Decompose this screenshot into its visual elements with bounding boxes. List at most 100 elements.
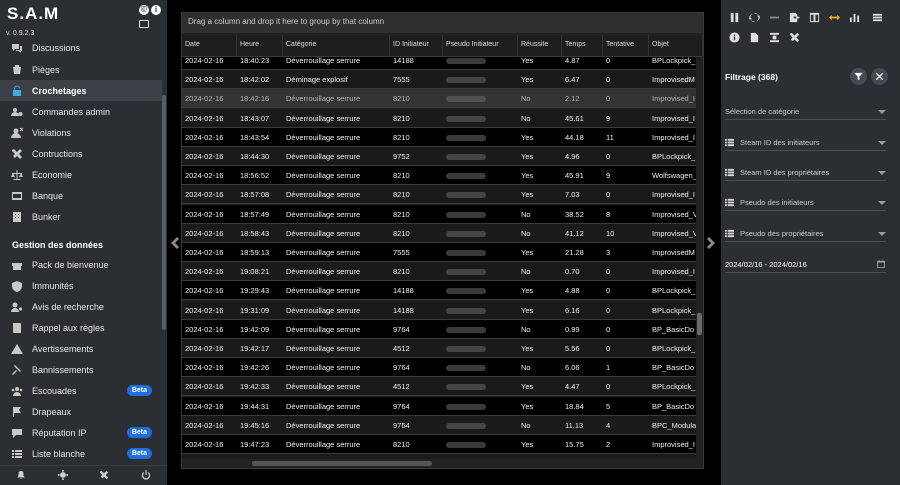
table-row[interactable]: 2024-02-16 18:44:30 Déverrouillage serrure… xyxy=(182,147,696,166)
table-row[interactable]: 2024-02-16 18:57:08 Déverrouillage serrure… xyxy=(182,185,696,205)
table-row[interactable]: 2024-02-16 19:42:17 Déverrouillage serrure… xyxy=(182,339,696,358)
date-range-input[interactable]: 2024/02/16 - 2024/02/16 xyxy=(725,257,886,273)
sidebar-item-economie[interactable]: Economie xyxy=(0,164,162,185)
table-cell: Déverrouillage serrure xyxy=(286,190,361,200)
table-cell: 11.13 xyxy=(565,420,584,430)
collapse-icon[interactable] xyxy=(767,30,782,45)
sidebar-item-avis-recherche[interactable]: Avis de recherche xyxy=(0,296,162,317)
table-row[interactable]: 2024-02-16 18:59:13 Déverrouillage serrure… xyxy=(182,243,696,262)
sidebar-item-rappel-regles[interactable]: Rappel aux règles xyxy=(0,317,162,338)
table-cell xyxy=(443,416,518,435)
filter-icon[interactable] xyxy=(850,68,867,85)
minus-icon[interactable] xyxy=(767,10,782,25)
table-cell: 8210 xyxy=(393,94,410,104)
steam-id-owners-select[interactable]: Steam ID des propriétaires xyxy=(725,165,886,181)
table-row[interactable]: 2024-02-16 19:08:21 Déverrouillage serrure… xyxy=(182,262,696,282)
table-row[interactable]: 2024-02-16 19:42:26 Déverrouillage serrure… xyxy=(182,358,696,378)
group-panel[interactable]: Drag a column and drop it here to group … xyxy=(182,13,703,33)
sidebar-item-commandes-admin[interactable]: Commandes admin xyxy=(0,101,162,122)
table-row[interactable]: 2024-02-16 19:42:09 Déverrouillage serrure… xyxy=(182,319,696,339)
refresh-icon[interactable] xyxy=(747,10,762,25)
sidebar-item-discussions[interactable]: Discussions xyxy=(0,40,162,58)
sidebar-item-crochetages[interactable]: Crochetages xyxy=(0,80,162,101)
column-header[interactable]: Tentative xyxy=(603,35,649,57)
sidebar-item-reputation-ip[interactable]: Réputation IP Beta xyxy=(0,422,162,443)
table-row[interactable]: 2024-02-16 18:43:54 Déverrouillage serrure… xyxy=(182,127,696,147)
menu-icon[interactable] xyxy=(870,10,885,25)
sidebar-item-immunites[interactable]: Immunités xyxy=(0,275,162,296)
table-row[interactable]: 2024-02-16 19:31:09 Déverrouillage serrure… xyxy=(182,300,696,320)
column-header[interactable]: Pseudo Initiateur xyxy=(443,35,518,57)
pseudo-owners-select[interactable]: Pseudo des propriétaires xyxy=(725,226,886,242)
chart-icon[interactable] xyxy=(847,10,862,25)
table-row[interactable]: 2024-02-16 18:56:52 Déverrouillage serrure… xyxy=(182,166,696,186)
list-icon xyxy=(725,229,735,239)
table-cell: 2024-02-16 xyxy=(185,152,224,161)
sidebar-item-escouades[interactable]: Escouades Beta xyxy=(0,380,162,401)
grid-horizontal-scrollbar[interactable] xyxy=(252,461,432,466)
table-row[interactable]: 2024-02-16 18:40:23 Déverrouillage serrure… xyxy=(182,57,696,70)
table-cell: 0 xyxy=(606,324,611,334)
gear-icon[interactable] xyxy=(57,467,68,485)
tools-icon[interactable] xyxy=(99,467,109,485)
sidebar-item-contructions[interactable]: Contructions xyxy=(0,143,162,164)
table-row[interactable]: 2024-02-16 18:42:16 Déverrouillage serrure… xyxy=(182,89,696,109)
table-row[interactable]: 2024-02-16 19:44:31 Déverrouillage serrure… xyxy=(182,396,696,416)
grid-vertical-scrollbar[interactable] xyxy=(697,313,702,335)
table-row[interactable]: 2024-02-16 18:57:49 Déverrouillage serrure… xyxy=(182,204,696,224)
columns-icon[interactable] xyxy=(807,10,822,25)
table-row[interactable]: 2024-02-16 19:47:23 Déverrouillage serrure… xyxy=(182,435,696,454)
table-row[interactable]: 2024-02-16 19:42:33 Déverrouillage serrure… xyxy=(182,377,696,397)
sidebar-nav-data: Pack de bienvenue Immunités Avis de rech… xyxy=(0,254,162,465)
clear-filter-icon[interactable] xyxy=(871,68,888,85)
table-row[interactable]: 2024-02-1619:47:49Déverrouillage serrure… xyxy=(182,454,696,459)
copyright-icon[interactable]: © xyxy=(139,5,149,15)
column-header[interactable]: Réussite xyxy=(518,35,562,57)
table-row[interactable]: 2024-02-16 19:45:16 Déverrouillage serrure… xyxy=(182,415,696,435)
sidebar-item-drapeaux[interactable]: Drapeaux xyxy=(0,401,162,422)
info-icon[interactable]: i xyxy=(151,5,161,15)
export-icon[interactable] xyxy=(787,10,802,25)
table-row[interactable]: 2024-02-16 18:58:43 Déverrouillage serrure… xyxy=(182,223,696,243)
column-header[interactable]: Temps xyxy=(562,35,603,57)
expand-icon[interactable] xyxy=(827,10,842,25)
table-cell: 19:31:09 xyxy=(240,305,270,315)
sidebar-item-bunker[interactable]: Bunker xyxy=(0,206,162,227)
sidebar-item-violations[interactable]: Violations xyxy=(0,122,162,143)
column-header[interactable]: ID Initiateur xyxy=(390,35,443,57)
column-header[interactable]: Objet xyxy=(649,35,703,57)
table-cell: 9764 xyxy=(393,363,410,373)
sidebar-scrollbar[interactable] xyxy=(162,95,166,330)
pseudo-initiators-select[interactable]: Pseudo des initiateurs xyxy=(725,195,886,211)
table-cell xyxy=(443,243,518,262)
document-icon[interactable] xyxy=(747,30,762,45)
sidebar-item-liste-blanche[interactable]: Liste blanche Beta xyxy=(0,443,162,464)
column-header[interactable]: Date xyxy=(182,35,237,57)
info-icon[interactable] xyxy=(727,30,742,45)
keyboard-icon[interactable] xyxy=(139,20,149,28)
bell-icon[interactable] xyxy=(16,467,26,485)
table-row[interactable]: 2024-02-16 19:29:43 Déverrouillage serrure… xyxy=(182,281,696,301)
table-cell: BP_BasicDo xyxy=(652,401,695,411)
category-select[interactable]: Sélection de catégorie xyxy=(725,104,886,120)
tools-icon[interactable] xyxy=(787,30,802,45)
table-cell: 7.03 xyxy=(565,190,580,200)
sidebar-item-avertissements[interactable]: Avertissements xyxy=(0,338,162,359)
sidebar-item-pieges[interactable]: Pièges xyxy=(0,59,162,80)
collapse-left-arrow[interactable] xyxy=(171,236,179,249)
table-cell: 2024-02-16 xyxy=(185,286,224,296)
table-row[interactable]: 2024-02-16 18:43:07 Déverrouillage serrure… xyxy=(182,108,696,128)
table-row[interactable]: 2024-02-16 18:42:02 Déminage explosif 7555 Y… xyxy=(182,70,696,90)
sidebar-item-banque[interactable]: Banque xyxy=(0,185,162,206)
column-header[interactable]: Heure xyxy=(237,35,283,57)
building-icon xyxy=(10,210,24,224)
sidebar-item-bannissements[interactable]: Bannissements xyxy=(0,359,162,380)
power-icon[interactable] xyxy=(141,467,151,485)
collapse-right-arrow[interactable] xyxy=(707,236,715,249)
column-header[interactable]: Catégorie xyxy=(283,35,390,57)
steam-id-initiators-select[interactable]: Steam ID des initiateurs xyxy=(725,135,886,151)
sidebar-item-pack-bienvenue[interactable]: Pack de bienvenue xyxy=(0,254,162,275)
sidebar-item-label: Contructions xyxy=(32,148,83,159)
table-cell: Yes xyxy=(521,190,534,200)
pause-icon[interactable] xyxy=(727,10,742,25)
